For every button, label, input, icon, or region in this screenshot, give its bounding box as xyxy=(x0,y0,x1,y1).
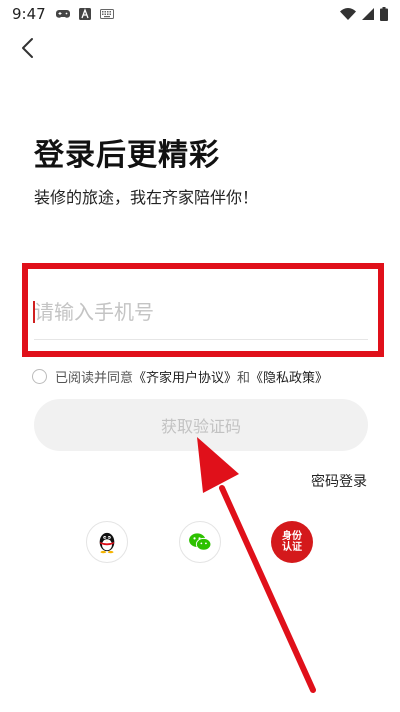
annotation-highlight-box xyxy=(22,263,384,357)
signal-icon xyxy=(362,8,374,20)
wechat-login-button[interactable] xyxy=(179,521,221,563)
id-verification-button[interactable]: 身份 认证 xyxy=(271,521,313,563)
qq-penguin-icon xyxy=(99,532,115,554)
status-time: 9:47 xyxy=(12,5,46,23)
status-bar: 9:47 xyxy=(0,0,400,28)
status-left-icons xyxy=(55,8,114,20)
battery-icon xyxy=(380,7,388,21)
page-title: 登录后更精彩 xyxy=(34,138,220,173)
id-label-line2: 认证 xyxy=(282,542,302,553)
wifi-icon xyxy=(340,8,356,20)
agreement-prefix: 已阅读并同意 xyxy=(55,371,134,386)
keyboard-icon xyxy=(99,9,114,19)
agreement-checkbox[interactable] xyxy=(32,369,47,384)
privacy-policy-link[interactable]: 《隐私政策》 xyxy=(250,367,328,386)
page-subtitle: 装修的旅途，我在齐家陪伴你！ xyxy=(34,188,259,207)
password-login-link[interactable]: 密码登录 xyxy=(311,471,367,491)
back-button[interactable] xyxy=(14,34,42,62)
agreement-connector: 和 xyxy=(237,371,251,386)
app-a-icon xyxy=(78,8,91,20)
status-right-icons xyxy=(340,7,388,21)
gamepad-icon xyxy=(55,10,70,18)
get-code-button[interactable]: 获取验证码 xyxy=(34,399,368,451)
agreement-row: 已阅读并同意 《齐家用户协议》 和 《隐私政策》 xyxy=(32,367,328,386)
id-verification-label: 身份 认证 xyxy=(282,531,302,553)
qq-login-button[interactable] xyxy=(86,521,128,563)
wechat-icon xyxy=(189,533,212,551)
id-label-line1: 身份 xyxy=(282,531,302,542)
user-agreement-link[interactable]: 《齐家用户协议》 xyxy=(133,367,237,386)
chevron-left-icon xyxy=(22,38,33,58)
